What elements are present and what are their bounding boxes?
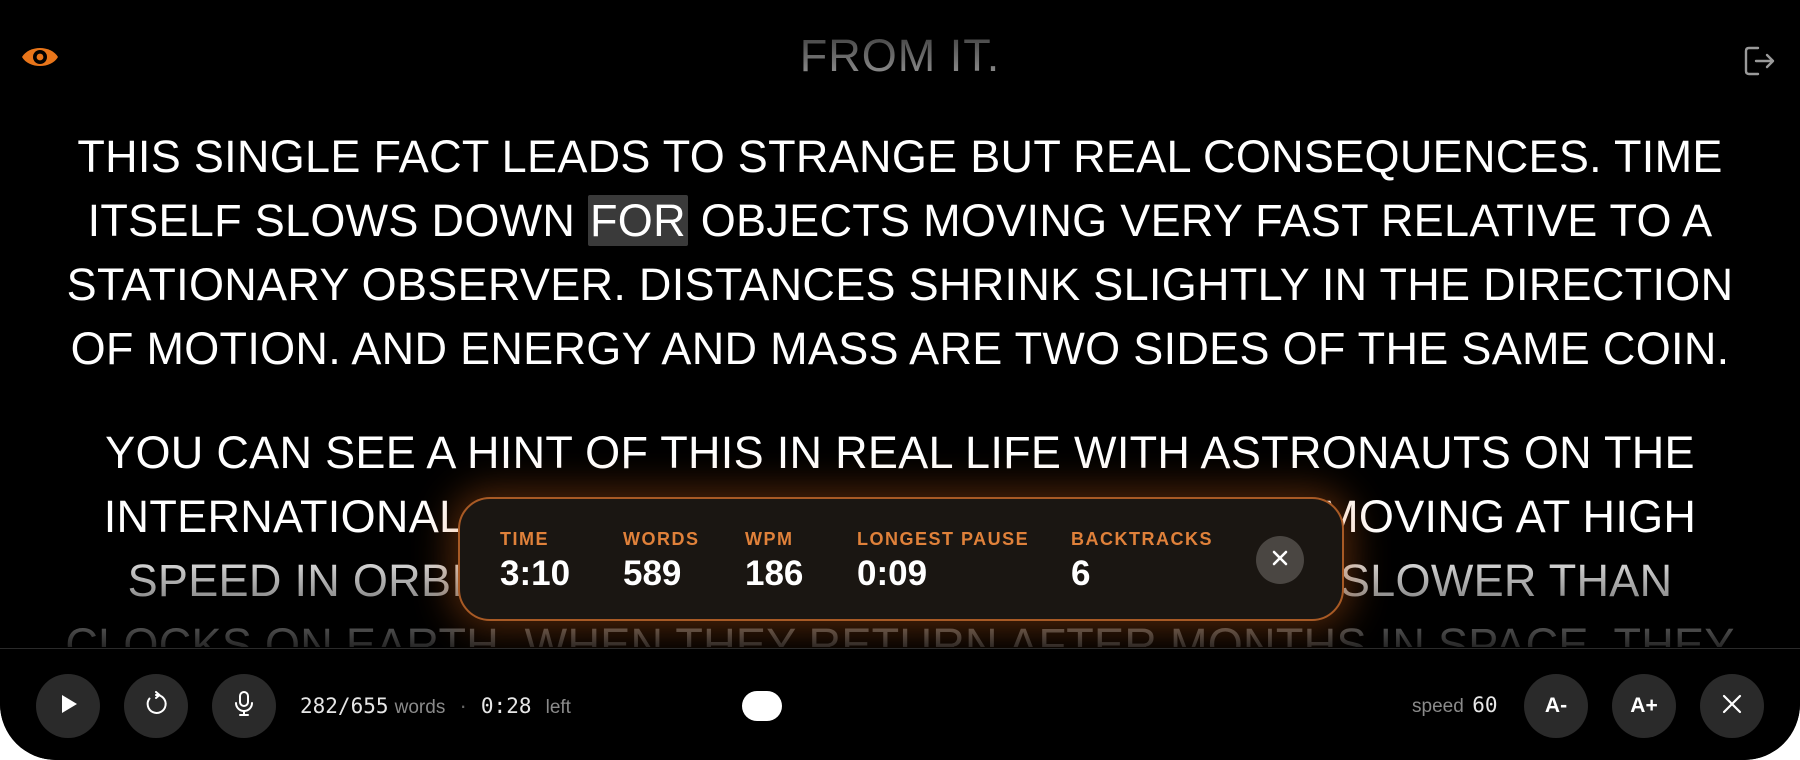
stat-wpm: WPM 186	[745, 529, 803, 594]
stat-time-label: TIME	[500, 529, 549, 549]
restart-icon	[143, 690, 169, 722]
previous-line: FROM IT.	[0, 30, 1800, 82]
stat-longest-pause-label: LONGEST PAUSE	[857, 529, 1030, 549]
stat-wpm-label: WPM	[745, 529, 794, 549]
stat-wpm-value: 186	[745, 554, 804, 593]
microphone-icon	[232, 690, 256, 723]
separator: ·	[459, 693, 467, 718]
close-icon	[1721, 693, 1743, 720]
stat-longest-pause: LONGEST PAUSE 0:09	[857, 529, 1029, 594]
stat-time: TIME 3:10	[500, 529, 570, 594]
words-label: words	[394, 697, 446, 718]
current-word: FOR	[588, 195, 688, 246]
word-progress-count: 282/655	[300, 694, 389, 718]
restart-button[interactable]	[124, 674, 188, 738]
stat-words: WORDS 589	[623, 529, 700, 594]
close-button[interactable]	[1700, 674, 1764, 738]
speed-readout: speed 60	[1412, 693, 1498, 718]
script-paragraph: THIS SINGLE FACT LEADS TO STRANGE BUT RE…	[60, 125, 1740, 381]
time-left-value: 0:28	[480, 694, 532, 718]
bottom-toolbar: 282/655 words · 0:28 left speed 60 A- A+	[0, 648, 1800, 760]
progress-readout: 282/655 words · 0:28 left	[300, 693, 571, 719]
play-button[interactable]	[36, 674, 100, 738]
stat-backtracks-value: 6	[1071, 554, 1091, 593]
mode-toggle[interactable]	[742, 691, 782, 721]
time-left-label: left	[545, 697, 571, 718]
close-stats-button[interactable]	[1256, 536, 1304, 584]
stat-backtracks-label: BACKTRACKS	[1071, 529, 1213, 549]
stat-words-label: WORDS	[623, 529, 700, 549]
play-icon	[56, 692, 80, 721]
exit-icon[interactable]	[1742, 44, 1778, 78]
speed-label: speed	[1412, 696, 1464, 717]
session-stats-card: TIME 3:10 WORDS 589 WPM 186 LONGEST PAUS…	[458, 497, 1344, 621]
decrease-font-button[interactable]: A-	[1524, 674, 1588, 738]
close-icon	[1270, 548, 1290, 573]
speed-value: 60	[1472, 693, 1498, 717]
teleprompter-app: FROM IT. THIS SINGLE FACT LEADS TO STRAN…	[0, 0, 1800, 760]
stat-words-value: 589	[623, 554, 682, 593]
stat-backtracks: BACKTRACKS 6	[1071, 529, 1213, 594]
microphone-button[interactable]	[212, 674, 276, 738]
stat-longest-pause-value: 0:09	[857, 554, 928, 593]
stat-time-value: 3:10	[500, 554, 571, 593]
increase-font-button[interactable]: A+	[1612, 674, 1676, 738]
